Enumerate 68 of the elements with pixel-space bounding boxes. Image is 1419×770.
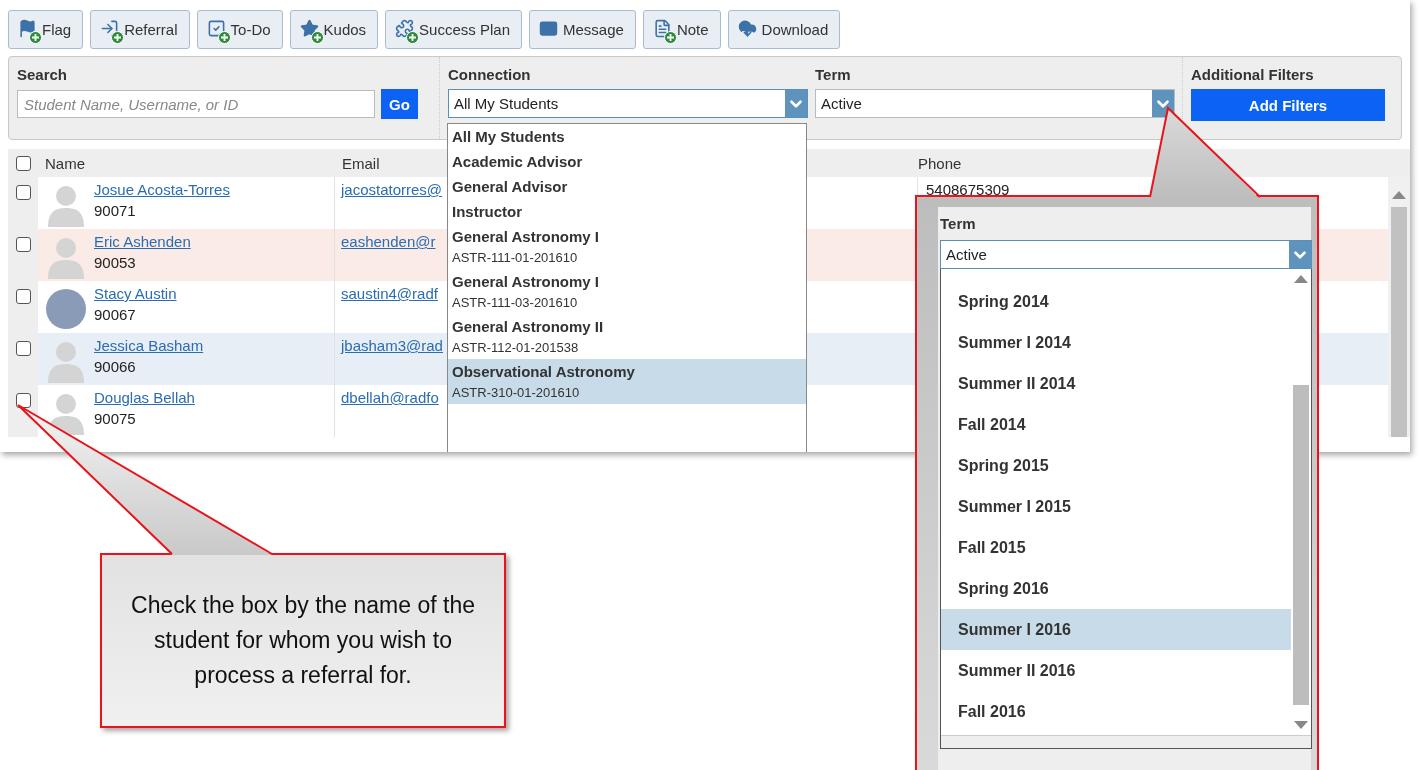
option-label: General Astronomy I: [452, 273, 600, 290]
course-code: ASTR-310-01-201610: [452, 385, 581, 400]
go-button[interactable]: Go: [381, 89, 418, 119]
toolbar-button[interactable]: Download: [727, 10, 841, 49]
email-link[interactable]: dbellah@radfo: [341, 389, 439, 406]
scroll-up-icon[interactable]: [1392, 191, 1406, 199]
toolbar-button[interactable]: Kudos: [289, 10, 379, 49]
chevron-icon: [785, 90, 807, 117]
course-code: ASTR-112-01-201538: [452, 340, 580, 355]
scroll-up-icon[interactable]: [1294, 275, 1308, 283]
search-label: Search: [17, 66, 69, 83]
student-name-link[interactable]: Stacy Austin: [94, 285, 177, 302]
search-field[interactable]: Student Name, Username, or ID: [17, 90, 375, 118]
row-checkbox[interactable]: [15, 185, 31, 200]
toolbar-button[interactable]: Success Plan: [385, 10, 522, 49]
option-label: Observational Astronomy: [452, 363, 636, 380]
row-checkbox[interactable]: [15, 341, 31, 356]
avatar-silhouette-icon: [46, 183, 86, 227]
student-id: 90067: [94, 306, 137, 323]
row-checkbox[interactable]: [15, 393, 31, 408]
column-header[interactable]: Phone: [918, 154, 1410, 172]
toolbar-button[interactable]: Note: [642, 10, 721, 49]
student-id: 90053: [94, 254, 137, 271]
term-option[interactable]: Summer I 2016: [941, 609, 1291, 650]
email-link[interactable]: jbasham3@rad: [341, 337, 443, 354]
term-select[interactable]: Active: [815, 89, 1175, 118]
toolbar-button[interactable]: Message: [529, 10, 636, 49]
course-code: ASTR-111-03-201610: [452, 295, 579, 310]
scroll-down-icon[interactable]: [1294, 721, 1308, 729]
option-label: Instructor: [452, 203, 523, 220]
student-id: 90066: [94, 358, 137, 375]
scrollbar[interactable]: [1388, 177, 1410, 437]
email-link[interactable]: jacostatorres@: [341, 181, 443, 198]
column-header[interactable]: Name: [38, 154, 342, 172]
toolbar-button[interactable]: To-Do: [196, 10, 283, 49]
option-label: General Astronomy I: [452, 228, 600, 245]
additional-filters-label: Additional Filters: [1191, 66, 1315, 83]
row-checkbox[interactable]: [15, 289, 31, 304]
email-link[interactable]: saustin4@radf: [341, 285, 438, 302]
email-link[interactable]: eashenden@r: [341, 233, 436, 250]
student-name-link[interactable]: Josue Acosta-Torres: [94, 181, 230, 198]
student-name-link[interactable]: Douglas Bellah: [94, 389, 195, 406]
toolbar-button[interactable]: Referral: [90, 10, 190, 49]
toolbar-button[interactable]: Flag: [8, 10, 84, 49]
avatar-silhouette-icon: [46, 235, 86, 279]
option-label: General Astronomy II: [452, 318, 605, 335]
connection-label: Connection: [448, 66, 532, 83]
term-label: Term: [815, 66, 852, 83]
course-code: ASTR-111-01-201610: [452, 250, 579, 265]
student-id: 90075: [94, 410, 137, 427]
add-filters-button[interactable]: Add Filters: [1191, 89, 1385, 121]
scroll-thumb[interactable]: [1293, 385, 1309, 705]
callout-note: Check the box by the name of the student for whom you wish to process a referral for.: [100, 553, 506, 728]
phone-number: 5408675309: [926, 181, 1010, 198]
student-name-link[interactable]: Jessica Basham: [94, 337, 204, 354]
option-label: Academic Advisor: [452, 153, 584, 170]
student-id: 90071: [94, 202, 137, 219]
photo-placeholder: [46, 289, 86, 329]
term-select[interactable]: Active: [940, 240, 1312, 269]
option-label: All My Students: [452, 128, 566, 145]
connection-option[interactable]: Observational Astronomy ASTR-310-01-201610: [448, 359, 806, 404]
student-name-link[interactable]: Eric Ashenden: [94, 233, 191, 250]
term-label: Term: [940, 215, 977, 232]
avatar-silhouette-icon: [46, 339, 86, 383]
select-all-checkbox[interactable]: [15, 155, 31, 171]
option-label: General Advisor: [452, 178, 569, 195]
connection-select[interactable]: All My Students: [448, 89, 808, 118]
row-checkbox[interactable]: [15, 237, 31, 252]
